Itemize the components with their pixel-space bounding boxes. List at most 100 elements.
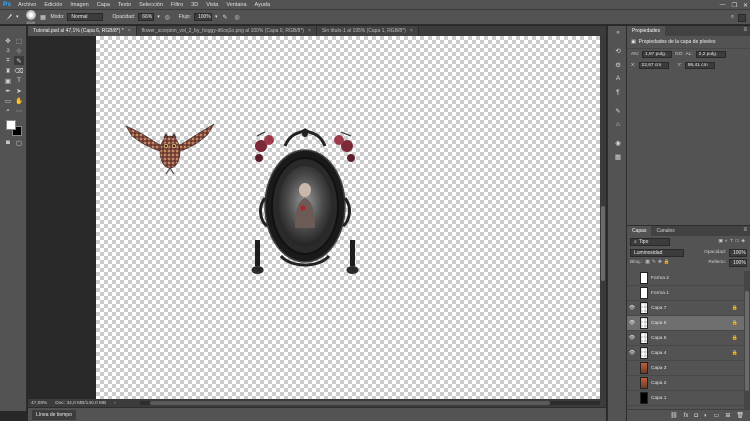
pressure-size-icon[interactable]: ◎ [232,13,241,22]
move-tool-icon[interactable]: ✥ [3,36,13,45]
layer-name[interactable]: Forma 2 [651,276,669,281]
link-layers-icon[interactable]: ⛓ [670,412,678,419]
minimize-button[interactable]: — [720,2,726,8]
height-field[interactable]: 2,2 pulg. [695,51,726,58]
panel-menu-icon[interactable]: ≡ [743,27,747,33]
collapse-panels-icon[interactable]: « [613,28,623,37]
layer-opacity-field[interactable]: 100% [729,248,747,257]
width-field[interactable]: 1,97 pulg. [642,51,672,58]
menu-item-5[interactable]: Selección [135,2,167,8]
delete-layer-icon[interactable]: 🗑 [736,412,744,419]
crop-tool-icon[interactable]: ⌗ [3,56,13,65]
horizontal-scrollbar[interactable] [140,401,600,405]
new-group-icon[interactable]: ▭ [714,412,720,419]
tab-layers[interactable]: Capas [627,226,652,236]
layer-row[interactable]: 👁 Capa 6 🔒 [627,316,744,331]
fill-field[interactable]: 100% [729,258,747,267]
flow-field[interactable]: 100% [193,13,212,21]
quick-select-icon[interactable]: ⊹ [14,46,24,55]
status-arrow-icon[interactable]: › [114,401,116,406]
layer-row[interactable]: Capa 1 [627,391,744,406]
layers-scrollbar[interactable] [744,271,750,409]
visibility-eye-icon[interactable]: 👁 [627,335,637,341]
layer-name[interactable]: Capa 3 [651,366,666,371]
document-tab[interactable]: Sin título-1 al 195% (Capa 1, RGB/8*) × [316,26,419,36]
visibility-eye-icon[interactable]: 👁 [627,320,637,326]
gradient-tool-icon[interactable]: ▣ [3,76,13,85]
opacity-dropdown-icon[interactable]: ▾ [157,14,160,20]
history-icon[interactable]: ⟲ [613,46,623,55]
workspace-button[interactable] [738,13,746,22]
tab-properties[interactable]: Propiedades [627,26,666,36]
pen-tool-icon[interactable]: ✒ [3,86,13,95]
layer-name[interactable]: Capa 5 [651,336,666,341]
vertical-scrollbar[interactable] [600,36,606,399]
lasso-tool-icon[interactable]: ↄ [3,46,13,55]
brush-tool-icon[interactable] [4,13,13,22]
character-icon[interactable]: A [613,74,623,83]
mode-select[interactable]: Normal [67,13,104,21]
layer-name[interactable]: Capa 4 [651,351,666,356]
menu-item-9[interactable]: Ventana [222,2,250,8]
type-tool-icon[interactable]: T [14,76,24,85]
tab-close-icon[interactable]: × [308,28,311,34]
paragraph-icon[interactable]: ¶ [613,88,623,97]
opacity-field[interactable]: 66% [138,13,155,21]
layer-row[interactable]: Forma 2 [627,271,744,286]
zoom-tool-icon[interactable]: ⌕ [3,106,13,115]
layer-filter-select[interactable]: ⌕ Tipo [630,237,670,246]
layer-name[interactable]: Capa 2 [651,381,666,386]
menu-item-2[interactable]: Imagen [66,2,92,8]
tab-close-icon[interactable]: × [128,28,131,34]
add-mask-icon[interactable]: ◘ [694,413,698,419]
document-tab[interactable]: Tutorial.psd al 47,1% (Capa 6, RGB/8*) *… [28,26,137,36]
layer-row[interactable]: 👁 Capa 7 🔒 [627,301,744,316]
layers-menu-icon[interactable]: ≡ [743,227,747,233]
eraser-tool-icon[interactable]: ⌫ [14,66,24,75]
blend-mode-select[interactable]: Luminosidad [630,248,684,257]
brush-panel-icon[interactable]: ▦ [39,13,48,22]
foreground-color-swatch[interactable] [6,120,16,130]
search-icon[interactable]: ⌕ [731,14,734,21]
menu-item-8[interactable]: Vista [202,2,222,8]
swatches-icon[interactable]: ▦ [613,152,623,161]
menu-item-4[interactable]: Texto [114,2,135,8]
brush-tool-active-icon[interactable]: ✎ [14,56,24,65]
screen-mode-icon[interactable]: ▢ [14,138,24,147]
document-canvas[interactable] [96,36,600,399]
new-layer-icon[interactable]: ⊞ [725,412,730,419]
link-label[interactable]: GO [675,52,682,57]
layer-name[interactable]: Capa 7 [651,306,666,311]
menu-item-6[interactable]: Filtro [167,2,187,8]
close-button[interactable]: ✕ [743,2,748,9]
layer-row[interactable]: Capa 3 [627,361,744,376]
x-field[interactable]: 22,67 cm [638,62,669,69]
tool-presets-icon[interactable]: ⌂ [613,120,623,129]
maximize-button[interactable]: ❐ [732,2,737,9]
tab-channels[interactable]: Canales [651,226,679,236]
layer-row[interactable]: Forma 1 [627,286,744,301]
menu-item-3[interactable]: Capa [93,2,114,8]
menu-item-7[interactable]: 3D [187,2,202,8]
visibility-eye-icon[interactable]: 👁 [627,350,637,356]
adjustment-layer-icon[interactable]: ◐ [704,413,708,419]
adjustments-icon[interactable]: ⚙ [613,60,623,69]
menu-item-0[interactable]: Archivo [14,2,40,8]
y-field[interactable]: 86,41 cm [684,62,715,69]
filter-kind-icons[interactable]: ▣◐T▭◈ [718,239,747,244]
timeline-tab[interactable]: Línea de tiempo [32,409,76,420]
layer-row[interactable]: 👁 Capa 4 🔒 [627,346,744,361]
layer-name[interactable]: Forma 1 [651,291,669,296]
marquee-tool-icon[interactable]: ⬚ [14,36,24,45]
horizontal-scroll-thumb[interactable] [150,401,550,405]
menu-item-1[interactable]: Edición [40,2,66,8]
document-tab[interactable]: flower_scorpion_vol_2_by_hoggy-d6oq1o.pn… [136,26,317,36]
dropdown-arrow-icon[interactable]: ▾ [16,14,19,20]
vertical-scroll-thumb[interactable] [601,206,605,281]
menu-item-10[interactable]: Ayuda [251,2,275,8]
zoom-level[interactable]: 47,08% [31,401,47,406]
layer-row[interactable]: 👁 Capa 5 🔒 [627,331,744,346]
stamp-tool-icon[interactable]: ♜ [3,66,13,75]
layer-name[interactable]: Capa 1 [651,396,666,401]
layer-name[interactable]: Capa 6 [651,321,666,326]
